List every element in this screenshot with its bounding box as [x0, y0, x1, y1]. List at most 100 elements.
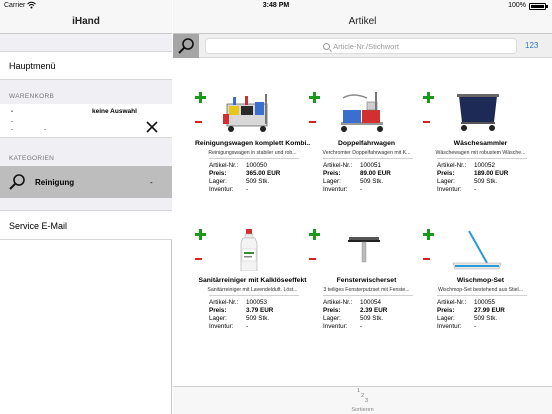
- inventory-value: -: [474, 186, 477, 193]
- service-email-item[interactable]: Service E-Mail: [0, 210, 172, 240]
- stock-value: 509 Stk.: [360, 315, 384, 322]
- cart-line-3: -: [11, 126, 14, 133]
- product-card[interactable]: Wäschesammler Wäschewagen mit robustem W…: [423, 92, 538, 212]
- add-to-cart-icon[interactable]: [195, 229, 206, 240]
- sidebar-spacer: [0, 198, 172, 210]
- artnr-value: 100055: [474, 299, 496, 306]
- price-label: Preis:: [209, 170, 227, 177]
- product-name: Fensterwischerset: [336, 277, 397, 284]
- artnr-value: 100052: [474, 162, 496, 169]
- category-item-reinigung[interactable]: Reinigung -: [0, 166, 172, 198]
- main-menu-item[interactable]: Hauptmenü: [0, 52, 172, 80]
- product-name: Reinigungswagen komplett Kombi...: [195, 140, 310, 147]
- cart-line-2: -: [11, 118, 14, 125]
- divider: [323, 158, 413, 159]
- remove-from-cart-icon[interactable]: [195, 121, 202, 123]
- add-to-cart-icon[interactable]: [423, 229, 434, 240]
- stock-value: 509 Stk.: [360, 178, 384, 185]
- remove-from-cart-icon[interactable]: [309, 121, 316, 123]
- sort-digit: 3: [364, 398, 369, 404]
- cleaner-bottle-icon: [240, 229, 258, 271]
- app-root: iHand Hauptmenü WARENKORB - keine Auswah…: [0, 0, 552, 414]
- stock-label: Lager:: [437, 178, 455, 185]
- stock-value: 509 Stk.: [474, 315, 498, 322]
- cart-line-1: -: [11, 108, 14, 115]
- divider: [323, 295, 413, 296]
- product-details: Artikel-Nr.: 100054 Preis: 2.39 EUR Lager:…: [323, 299, 423, 331]
- product-name: Wäschesammler: [453, 140, 508, 147]
- inventory-label: Inventur:: [437, 323, 462, 330]
- divider: [209, 295, 299, 296]
- cart-empty-label: keine Auswahl: [92, 108, 137, 115]
- inventory-value: -: [360, 186, 363, 193]
- category-count: -: [150, 178, 153, 187]
- product-card[interactable]: Reinigungswagen komplett Kombi... Reinig…: [195, 92, 310, 212]
- cart-section-header: WARENKORB: [0, 80, 172, 104]
- laundry-cart-icon: [457, 94, 499, 131]
- product-details: Artikel-Nr.: 100055 Preis: 27.99 EUR Lager…: [437, 299, 537, 331]
- artnr-label: Artikel-Nr.:: [323, 299, 353, 306]
- artnr-label: Artikel-Nr.:: [437, 299, 467, 306]
- stock-value: 509 Stk.: [246, 178, 270, 185]
- price-label: Preis:: [323, 307, 341, 314]
- sort-button[interactable]: 1 2 3 Sortieren: [173, 388, 552, 413]
- product-card[interactable]: Sanitärreiniger mit Kalklöseeffekt Sanit…: [195, 229, 310, 349]
- search-placeholder: Article-Nr./Stichwort: [333, 42, 399, 51]
- inventory-value: -: [246, 323, 249, 330]
- product-details: Artikel-Nr.: 100050 Preis: 365.00 EUR Lage…: [209, 162, 309, 194]
- divider: [437, 295, 527, 296]
- clear-cart-icon[interactable]: [145, 120, 159, 134]
- product-description: Verchromter Doppelfahrwagen mit K...: [322, 150, 411, 156]
- remove-from-cart-icon[interactable]: [309, 258, 316, 260]
- price-value: 89.00 EUR: [360, 170, 391, 177]
- add-to-cart-icon[interactable]: [309, 229, 320, 240]
- status-bar: Carrier 3:48 PM 100%: [0, 0, 552, 12]
- remove-from-cart-icon[interactable]: [423, 258, 430, 260]
- page-title: Artikel: [348, 16, 377, 27]
- search-bar: Article-Nr./Stichwort 123: [173, 34, 552, 58]
- cart-line-3b: -: [44, 126, 47, 133]
- product-name: Doppelfahrwagen: [337, 140, 396, 147]
- divider: [209, 158, 299, 159]
- add-to-cart-icon[interactable]: [309, 92, 320, 103]
- add-to-cart-icon[interactable]: [195, 92, 206, 103]
- remove-from-cart-icon[interactable]: [423, 121, 430, 123]
- category-label: Reinigung: [35, 178, 75, 187]
- window-squeegee-icon: [348, 237, 380, 263]
- product-description: Wäschewagen mit robustem Wäsche...: [435, 150, 526, 156]
- search-input[interactable]: Article-Nr./Stichwort: [205, 38, 517, 54]
- product-name: Wischmop-Set: [456, 277, 505, 284]
- search-icon: [9, 174, 25, 190]
- artnr-label: Artikel-Nr.:: [323, 162, 353, 169]
- remove-from-cart-icon[interactable]: [195, 258, 202, 260]
- product-card[interactable]: Fensterwischerset 3 teiliges Fensterputz…: [309, 229, 424, 349]
- product-details: Artikel-Nr.: 100052 Preis: 189.00 EUR Lage…: [437, 162, 537, 194]
- product-card[interactable]: Wischmop-Set Wischmop-Set bestehend aus …: [423, 229, 538, 349]
- categories-section-header: KATEGORIEN: [0, 138, 172, 166]
- bottom-toolbar: 1 2 3 Sortieren: [173, 386, 552, 414]
- price-label: Preis:: [437, 170, 455, 177]
- cleaning-cart-icon: [223, 94, 268, 132]
- artnr-value: 100053: [246, 299, 268, 306]
- battery-icon: [529, 3, 548, 10]
- add-to-cart-icon[interactable]: [423, 92, 434, 103]
- price-value: 3.79 EUR: [246, 307, 274, 314]
- product-description: Wischmop-Set bestehend aus Stiel...: [437, 287, 524, 293]
- sidebar-title: iHand: [72, 16, 100, 27]
- search-toggle-button[interactable]: [173, 34, 199, 58]
- sidebar-spacer: [0, 34, 172, 52]
- artnr-label: Artikel-Nr.:: [209, 162, 239, 169]
- product-card[interactable]: Doppelfahrwagen Verchromter Doppelfahrwa…: [309, 92, 424, 212]
- mop-bucket-icon: [341, 92, 383, 132]
- sort-label: Sortieren: [351, 407, 374, 413]
- product-description: 3 teiliges Fensterputzset mit Fenste...: [323, 287, 410, 293]
- price-value: 2.39 EUR: [360, 307, 388, 314]
- divider: [437, 158, 527, 159]
- stock-label: Lager:: [437, 315, 455, 322]
- cart-summary[interactable]: - keine Auswahl - - -: [0, 104, 172, 138]
- stock-label: Lager:: [323, 315, 341, 322]
- stock-label: Lager:: [323, 178, 341, 185]
- numeric-keyboard-button[interactable]: 123: [525, 41, 538, 50]
- stock-value: 509 Stk.: [474, 178, 498, 185]
- sort-icon: 1 2 3: [173, 388, 552, 404]
